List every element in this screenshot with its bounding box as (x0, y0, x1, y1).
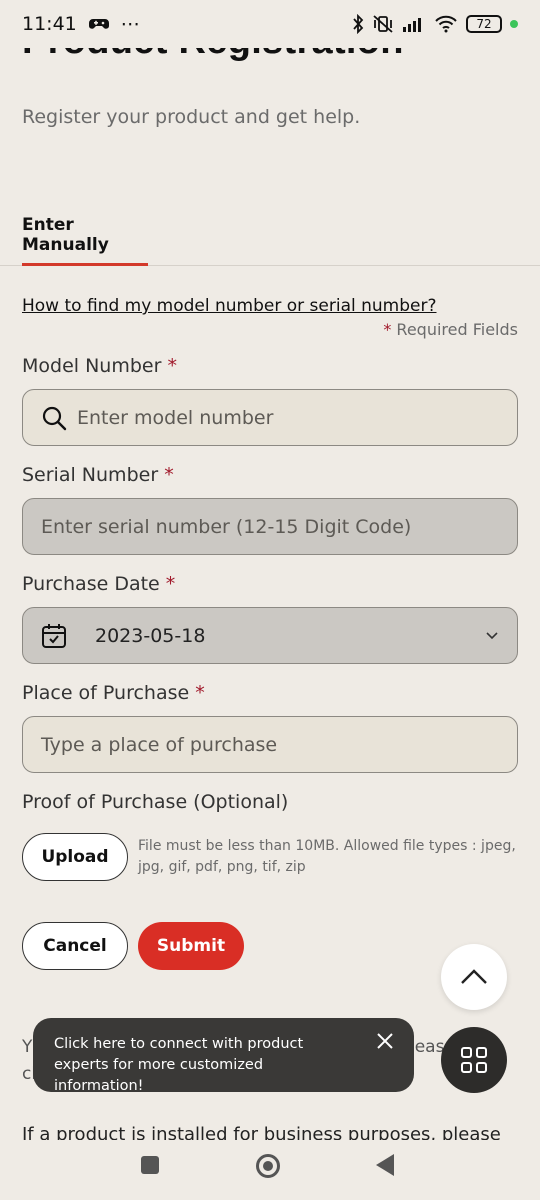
model-number-label-text: Model Number (22, 355, 162, 377)
tab-bar: Enter Manually (0, 200, 540, 266)
place-of-purchase-input[interactable]: Type a place of purchase (22, 716, 518, 773)
quick-menu-button[interactable] (441, 1027, 507, 1093)
purchase-date-select[interactable]: 2023-05-18 (22, 607, 518, 664)
place-of-purchase-placeholder: Type a place of purchase (41, 733, 278, 756)
upload-file-note: File must be less than 10MB. Allowed fil… (138, 838, 516, 875)
bluetooth-icon (353, 14, 364, 34)
back-icon[interactable] (376, 1154, 394, 1176)
page-subtitle: Register your product and get help. (22, 106, 361, 128)
required-star: * (195, 682, 205, 704)
tab-enter-manually[interactable]: Enter Manually (22, 200, 148, 266)
cancel-button[interactable]: Cancel (22, 922, 128, 970)
serial-number-label-text: Serial Number (22, 464, 159, 486)
submit-button[interactable]: Submit (138, 922, 244, 970)
toast-message: Click here to connect with product exper… (54, 1036, 304, 1094)
system-nav-bar (0, 1140, 540, 1200)
privacy-indicator-dot (510, 20, 518, 28)
required-star: * (167, 355, 177, 377)
upload-button[interactable]: Upload (22, 833, 128, 881)
model-serial-help-link[interactable]: How to find my model number or serial nu… (22, 296, 437, 316)
model-number-input[interactable]: Enter model number (22, 389, 518, 446)
purchase-date-label-text: Purchase Date (22, 573, 160, 595)
model-number-label: Model Number * (22, 355, 177, 377)
chevron-down-icon (486, 631, 498, 639)
serial-number-label: Serial Number * (22, 464, 174, 486)
mute-vibrate-icon (373, 15, 393, 33)
serial-number-input[interactable]: Enter serial number (12-15 Digit Code) (22, 498, 518, 555)
place-of-purchase-label: Place of Purchase * (22, 682, 205, 704)
signal-icon (403, 18, 421, 32)
recents-icon[interactable] (141, 1156, 159, 1174)
game-controller-icon (88, 19, 109, 29)
obscured-text-end: leas (410, 1037, 445, 1057)
battery-level: 72 (476, 17, 492, 31)
grid-icon (461, 1047, 487, 1073)
proof-of-purchase-label: Proof of Purchase (Optional) (22, 791, 289, 813)
required-fields-text: Required Fields (391, 320, 518, 339)
back-to-top-button[interactable] (441, 944, 507, 1010)
battery-icon: 72 (466, 15, 502, 33)
home-icon[interactable] (256, 1154, 280, 1178)
purchase-date-value: 2023-05-18 (95, 624, 206, 647)
status-bar: 11:41 ⋯ 72 (0, 0, 540, 48)
model-number-placeholder: Enter model number (77, 406, 274, 429)
serial-number-placeholder: Enter serial number (12-15 Digit Code) (41, 515, 412, 538)
status-time: 11:41 (22, 13, 77, 35)
status-more: ⋯ (120, 13, 140, 35)
place-of-purchase-label-text: Place of Purchase (22, 682, 190, 704)
required-fields-note: * Required Fields (383, 320, 518, 339)
search-icon (42, 406, 67, 430)
product-experts-toast[interactable]: Click here to connect with product exper… (33, 1018, 414, 1094)
required-star: * (165, 573, 176, 595)
chevron-up-icon (461, 969, 487, 984)
purchase-date-label: Purchase Date * (22, 573, 175, 595)
close-icon[interactable] (376, 1032, 394, 1050)
obscured-text-start: Y (22, 1037, 33, 1057)
calendar-icon (42, 623, 66, 648)
required-star: * (164, 464, 174, 486)
wifi-icon (435, 15, 457, 33)
